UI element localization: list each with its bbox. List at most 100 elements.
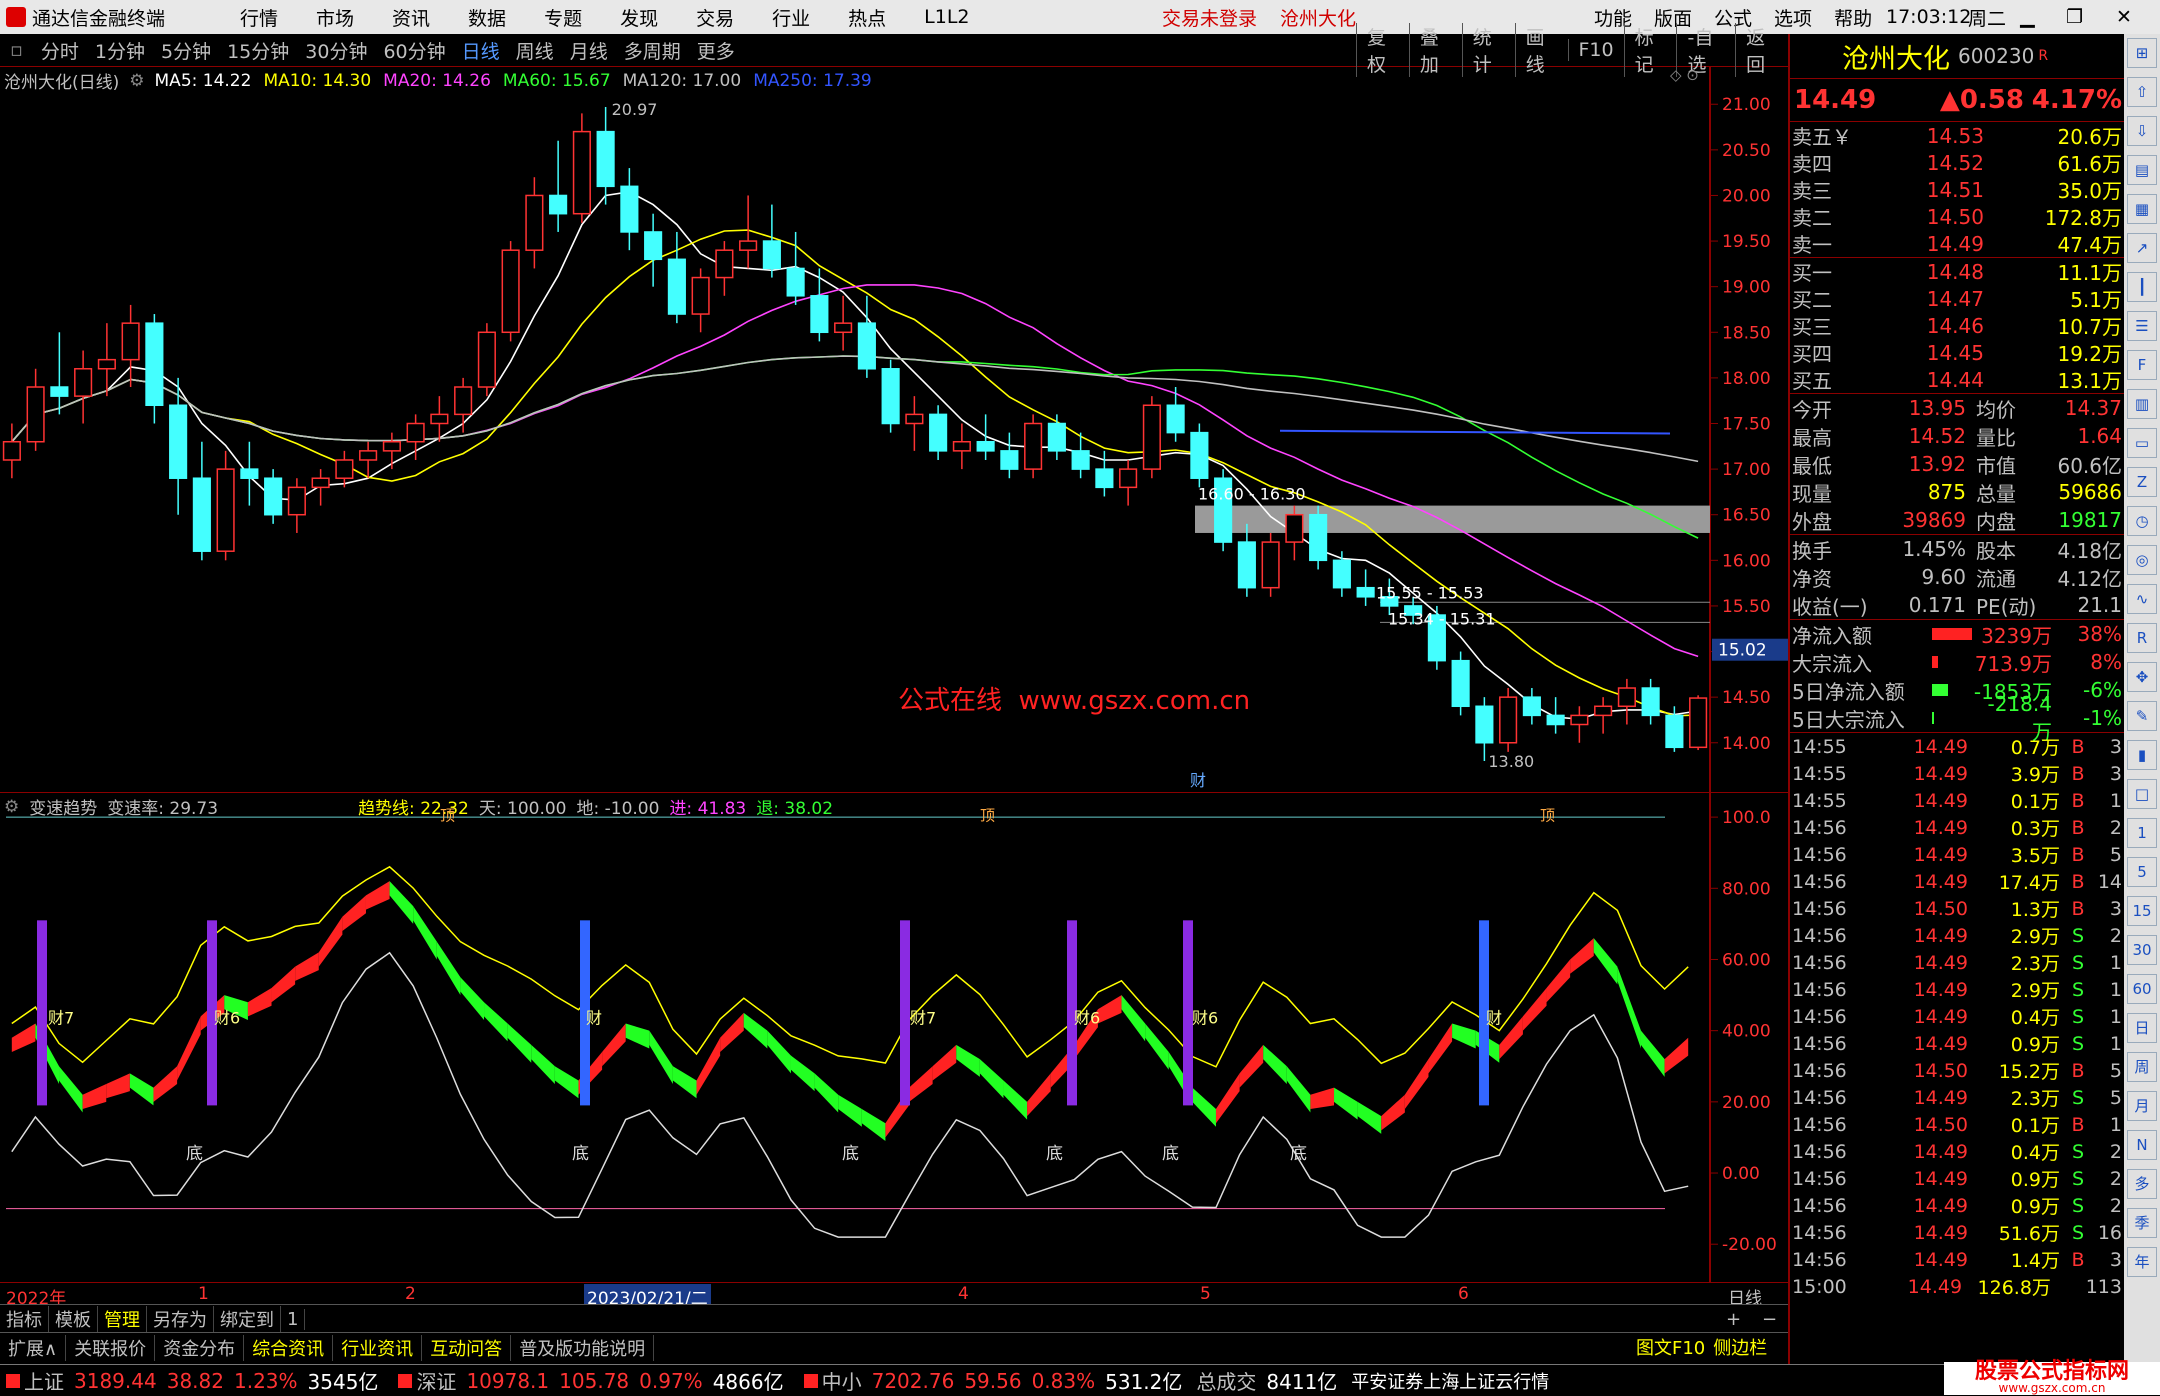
menu-3[interactable]: 数据 <box>468 4 506 31</box>
asks-row[interactable]: 卖一 14.49 47.4万 <box>1790 230 2126 258</box>
menu-7[interactable]: 行业 <box>772 4 810 31</box>
stats2-row: 净资 9.60 流通 4.12亿 <box>1790 563 2126 591</box>
menu-1[interactable]: 市场 <box>316 4 354 31</box>
trend-ribbon <box>436 941 461 996</box>
period-shortcut-20[interactable]: 1 <box>2127 818 2157 848</box>
indicator-tab-2[interactable]: 管理 <box>98 1306 147 1332</box>
period-tab-3[interactable]: 15分钟 <box>219 37 297 64</box>
period-shortcut-29[interactable]: 多 <box>2127 1169 2157 1199</box>
bids-row[interactable]: 买二 14.47 5.1万 <box>1790 285 2126 313</box>
indicator-tab-1[interactable]: 模板 <box>49 1306 98 1332</box>
doc-icon[interactable]: ▭ <box>2127 428 2157 458</box>
period-tab-4[interactable]: 30分钟 <box>297 37 375 64</box>
period-tab-9[interactable]: 多周期 <box>616 37 689 64</box>
index-name[interactable]: 深证 <box>416 1366 456 1395</box>
table-icon[interactable]: ▥ <box>2127 389 2157 419</box>
candle-icon[interactable]: ┃ <box>2127 272 2157 302</box>
chart-icon[interactable]: ↗ <box>2127 233 2157 263</box>
period-tab-5[interactable]: 60分钟 <box>375 37 453 64</box>
info-tab-2[interactable]: 资金分布 <box>155 1335 245 1361</box>
period-shortcut-21[interactable]: 5 <box>2127 857 2157 887</box>
info-tab-6[interactable]: 普及版功能说明 <box>511 1335 655 1361</box>
period-tab-7[interactable]: 周线 <box>508 37 562 64</box>
info-tab-1[interactable]: 关联报价 <box>66 1335 156 1361</box>
indicator-tab-5[interactable]: 1 <box>281 1308 306 1330</box>
menu-4[interactable]: 专题 <box>544 4 582 31</box>
indicator-tab-3[interactable]: 另存为 <box>147 1306 214 1332</box>
restore-icon[interactable]: ❐ <box>2066 6 2083 28</box>
period-tab-0[interactable]: 分时 <box>33 37 87 64</box>
chart-options-icon[interactable]: ◇ ⊙ <box>1670 66 1699 84</box>
bids-row[interactable]: 买三 14.46 10.7万 <box>1790 312 2126 340</box>
period-tab-6[interactable]: 日线 <box>454 37 508 64</box>
info-tab-4[interactable]: 行业资讯 <box>333 1335 423 1361</box>
menu-0[interactable]: 行情 <box>240 4 278 31</box>
bids-row[interactable]: 买五 14.44 13.1万 <box>1790 366 2126 394</box>
menu-8[interactable]: 热点 <box>848 4 886 31</box>
menu-6[interactable]: 交易 <box>696 4 734 31</box>
grid-icon[interactable]: ▦ <box>2127 194 2157 224</box>
menu-5[interactable]: 发现 <box>620 4 658 31</box>
menu-2[interactable]: 资讯 <box>392 4 430 31</box>
bids-row[interactable]: 买四 14.45 19.2万 <box>1790 339 2126 367</box>
bids-row[interactable]: 买一 14.48 11.1万 <box>1790 258 2126 286</box>
info-tab-5[interactable]: 互动问答 <box>422 1335 512 1361</box>
f10-tab[interactable]: 图文F10 <box>1636 1334 1705 1360</box>
indicator-tab-0[interactable]: 指标 <box>0 1306 49 1332</box>
down-icon[interactable]: ⇩ <box>2127 116 2157 146</box>
tick-list[interactable]: 14:55 14.49 0.7万 B 3 14:55 14.49 3.9万 B 3 14:55 14.… <box>1790 733 2126 1300</box>
asks-row[interactable]: 卖四 14.52 61.6万 <box>1790 149 2126 177</box>
info-tab-3[interactable]: 综合资讯 <box>244 1335 334 1361</box>
chart-btn-4[interactable]: F10 <box>1567 39 1624 61</box>
pen-icon[interactable]: ✎ <box>2127 701 2157 731</box>
menu-9[interactable]: L1L2 <box>924 6 969 28</box>
fz-icon[interactable]: Z <box>2127 467 2157 497</box>
wave-icon[interactable]: ∿ <box>2127 584 2157 614</box>
clock-icon[interactable]: ◷ <box>2127 506 2157 536</box>
period-shortcut-26[interactable]: 周 <box>2127 1052 2157 1082</box>
asks-row[interactable]: 卖三 14.51 35.0万 <box>1790 176 2126 204</box>
period-tab-8[interactable]: 月线 <box>562 37 616 64</box>
minus-icon[interactable]: − <box>1756 1309 1783 1330</box>
f10-icon[interactable]: F <box>2127 350 2157 380</box>
period-shortcut-24[interactable]: 60 <box>2127 974 2157 1004</box>
quote-stock-name: 沧州大化 <box>1842 43 1950 75</box>
right-menu-4[interactable]: 帮助 <box>1834 4 1872 31</box>
list-icon[interactable]: ☰ <box>2127 311 2157 341</box>
candle <box>1261 532 1280 597</box>
indicator-chart[interactable]: 100.0 80.00 60.00 40.00 20.00 0.00 -20.00 顶 顶 顶底 底… <box>0 792 1788 1282</box>
period-shortcut-23[interactable]: 30 <box>2127 935 2157 965</box>
asks-row[interactable]: 卖五￥ 14.53 20.6万 <box>1790 122 2126 150</box>
add-icon[interactable]: + <box>1720 1309 1747 1330</box>
book-icon[interactable]: ▤ <box>2127 155 2157 185</box>
indicator-tab-4[interactable]: 绑定到 <box>214 1306 281 1332</box>
index-name[interactable]: 上证 <box>24 1366 64 1395</box>
collapse-icon[interactable]: ▫ <box>0 39 33 61</box>
up-icon[interactable]: ⇧ <box>2127 77 2157 107</box>
minimize-icon[interactable]: ▁ <box>2020 6 2035 28</box>
period-shortcut-30[interactable]: 季 <box>2127 1208 2157 1238</box>
bars-icon[interactable]: ▮ <box>2127 740 2157 770</box>
period-shortcut-28[interactable]: N <box>2127 1130 2157 1160</box>
rsi-icon[interactable]: R <box>2127 623 2157 653</box>
period-tab-2[interactable]: 5分钟 <box>153 37 219 64</box>
asks-row[interactable]: 卖二 14.50 172.8万 <box>1790 203 2126 231</box>
index-name[interactable]: 中小 <box>822 1366 862 1395</box>
sidebar-tab[interactable]: 侧边栏 <box>1713 1334 1767 1360</box>
login-status[interactable]: 交易未登录 <box>1162 4 1257 31</box>
info-tab-0[interactable]: 扩展∧ <box>0 1335 67 1361</box>
drag-icon[interactable]: ✥ <box>2127 662 2157 692</box>
box-icon[interactable]: □ <box>2127 779 2157 809</box>
close-icon[interactable]: ✕ <box>2116 6 2132 28</box>
pin-icon[interactable]: ⊞ <box>2127 38 2157 68</box>
price-chart[interactable]: 21.00 20.50 20.00 19.50 19.00 18.50 18.00 17.50… <box>0 66 1788 794</box>
period-tab-1[interactable]: 1分钟 <box>87 37 153 64</box>
period-shortcut-31[interactable]: 年 <box>2127 1247 2157 1277</box>
period-shortcut-22[interactable]: 15 <box>2127 896 2157 926</box>
period-tab-10[interactable]: 更多 <box>689 37 743 64</box>
period-shortcut-25[interactable]: 日 <box>2127 1013 2157 1043</box>
trend-ribbon <box>271 966 296 1003</box>
scope-icon[interactable]: ◎ <box>2127 545 2157 575</box>
period-shortcut-27[interactable]: 月 <box>2127 1091 2157 1121</box>
tick-price: 14.49 <box>1913 1167 1968 1190</box>
